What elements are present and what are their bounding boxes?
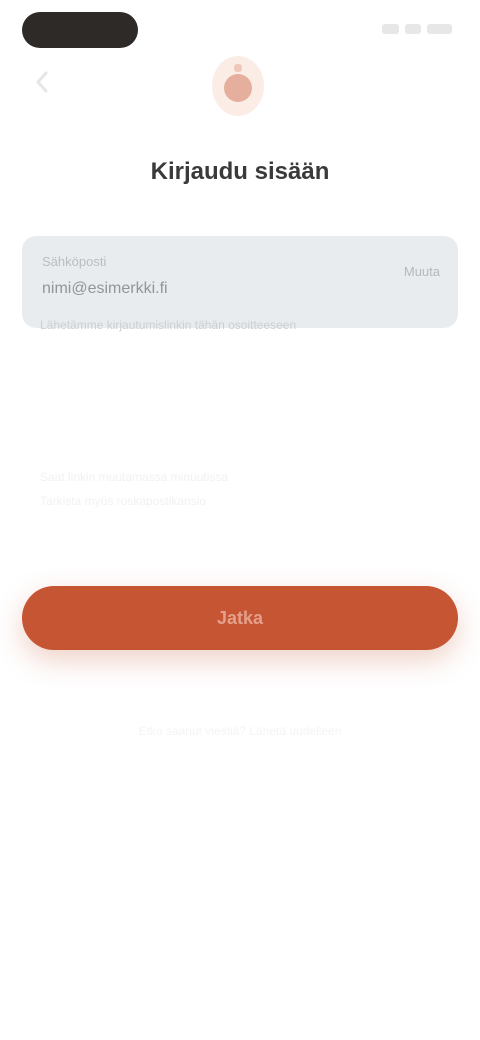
app-logo-icon: [212, 56, 264, 116]
login-screen: Kirjaudu sisään Sähköposti nimi@esimerkk…: [0, 0, 480, 1040]
resend-link[interactable]: Etkö saanut viestiä? Lähetä uudelleen: [40, 724, 440, 738]
email-value: nimi@esimerkki.fi: [42, 280, 168, 297]
email-hint: Lähetämme kirjautumislinkin tähän osoitt…: [40, 318, 297, 332]
email-card: Sähköposti nimi@esimerkki.fi Muuta: [22, 236, 458, 328]
chevron-left-icon: [36, 71, 48, 93]
wifi-icon: [405, 24, 421, 34]
page-title: Kirjaudu sisään: [150, 158, 330, 185]
dynamic-island: [22, 12, 138, 48]
app-logo: [206, 48, 270, 124]
back-button[interactable]: [26, 66, 58, 98]
helper-text: Saat linkin muutamassa minuutissa: [40, 470, 229, 484]
status-icons: [381, 22, 452, 36]
continue-button-label: Jatka: [216, 607, 264, 628]
email-label: Sähköposti: [42, 254, 107, 269]
signal-icon: [381, 24, 400, 34]
helper-text-secondary: Tarkista myös roskapostikansio: [40, 494, 207, 508]
battery-icon: [426, 24, 452, 34]
change-email-link[interactable]: Muuta: [404, 264, 440, 279]
continue-button[interactable]: Jatka: [22, 586, 458, 650]
